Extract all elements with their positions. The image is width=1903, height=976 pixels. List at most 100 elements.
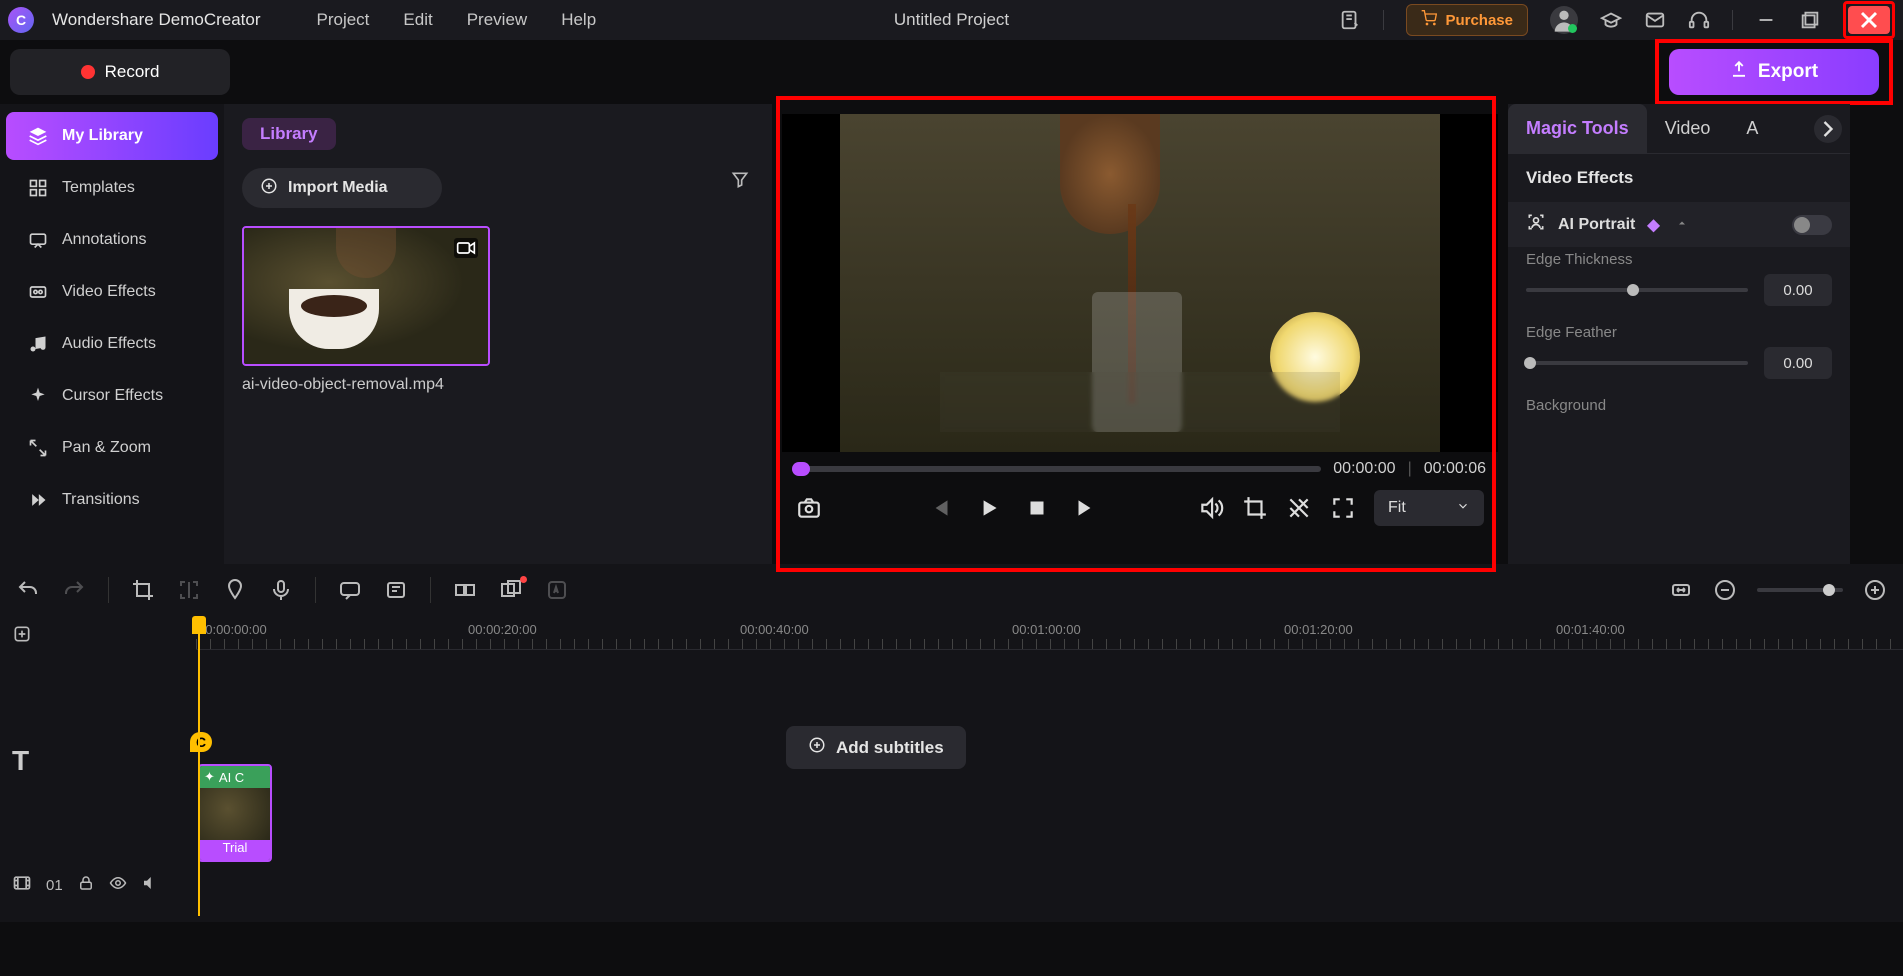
- timeline-clip[interactable]: ✦ AI C Trial: [198, 764, 272, 862]
- ai-tool-icon[interactable]: [545, 578, 569, 602]
- fullscreen-icon[interactable]: [1330, 495, 1356, 521]
- play-icon[interactable]: [976, 495, 1002, 521]
- sidebar-item-annotations[interactable]: Annotations: [6, 216, 218, 264]
- redo-icon[interactable]: [62, 578, 86, 602]
- timeline-gutter: T 01: [0, 616, 196, 922]
- crop-tool-icon[interactable]: [131, 578, 155, 602]
- menu-help[interactable]: Help: [561, 10, 596, 30]
- tab-video[interactable]: Video: [1647, 104, 1729, 153]
- edge-feather-value[interactable]: 0.00: [1764, 347, 1832, 379]
- zoom-knob[interactable]: [1823, 584, 1835, 596]
- mic-icon[interactable]: [269, 578, 293, 602]
- fit-timeline-icon[interactable]: [1669, 578, 1693, 602]
- slider-knob[interactable]: [1524, 357, 1536, 369]
- sidebar-item-label: My Library: [62, 127, 143, 145]
- ruler-ticks: [196, 639, 1903, 649]
- fit-dropdown[interactable]: Fit: [1374, 490, 1484, 526]
- split-icon[interactable]: [177, 578, 201, 602]
- overlay-icon[interactable]: [499, 578, 523, 602]
- volume-icon[interactable]: [1198, 495, 1224, 521]
- zoom-slider[interactable]: [1757, 588, 1843, 592]
- background-label: Background: [1508, 393, 1850, 418]
- align-icon[interactable]: [453, 578, 477, 602]
- tabs-scroll-right-icon[interactable]: [1814, 115, 1842, 143]
- record-button[interactable]: Record: [10, 49, 230, 95]
- sidebar-item-label: Annotations: [62, 231, 147, 249]
- ai-portrait-toggle[interactable]: [1792, 215, 1832, 235]
- main-menubar: Project Edit Preview Help: [317, 10, 597, 30]
- filter-icon[interactable]: [730, 170, 750, 195]
- annotation-icon: [28, 230, 48, 250]
- collapse-icon[interactable]: [1676, 216, 1688, 234]
- add-subtitles-label: Add subtitles: [836, 738, 944, 758]
- user-avatar[interactable]: [1550, 6, 1578, 34]
- scrub-handle[interactable]: [792, 462, 810, 476]
- sidebar-item-my-library[interactable]: My Library: [6, 112, 218, 160]
- timeline-tracks[interactable]: 00:00:00:00 00:00:20:00 00:00:40:00 00:0…: [196, 616, 1903, 922]
- next-frame-icon[interactable]: [1072, 495, 1098, 521]
- add-track-icon[interactable]: [12, 624, 32, 649]
- lock-icon[interactable]: [77, 874, 95, 897]
- text-track-icon[interactable]: T: [12, 745, 29, 777]
- zoom-in-icon[interactable]: [1863, 578, 1887, 602]
- tab-audio-cut[interactable]: A: [1728, 104, 1776, 153]
- clip-trial-badge: Trial: [200, 840, 270, 860]
- text-track-marker[interactable]: C: [190, 732, 212, 752]
- sidebar-item-transitions[interactable]: Transitions: [6, 476, 218, 524]
- plus-circle-icon: [260, 177, 278, 200]
- notes-icon[interactable]: [1339, 9, 1361, 31]
- edge-thickness-slider[interactable]: [1526, 288, 1748, 292]
- undo-icon[interactable]: [16, 578, 40, 602]
- clip-header: ✦ AI C: [200, 766, 270, 788]
- preview-viewport[interactable]: [782, 114, 1498, 452]
- track-film-icon[interactable]: [12, 873, 32, 898]
- ai-portrait-row[interactable]: AI Portrait ◆: [1508, 202, 1850, 247]
- edge-feather-slider[interactable]: [1526, 361, 1748, 365]
- grid-overlay-icon[interactable]: [1286, 495, 1312, 521]
- import-media-button[interactable]: Import Media: [242, 168, 442, 208]
- stop-icon[interactable]: [1024, 495, 1050, 521]
- sidebar-item-templates[interactable]: Templates: [6, 164, 218, 212]
- zoom-out-icon[interactable]: [1713, 578, 1737, 602]
- close-button[interactable]: [1848, 6, 1890, 34]
- portrait-detect-icon: [1526, 212, 1546, 237]
- mute-icon[interactable]: [141, 874, 159, 897]
- mail-icon[interactable]: [1644, 9, 1666, 31]
- menu-edit[interactable]: Edit: [403, 10, 432, 30]
- ruler-mark: 00:00:20:00: [468, 622, 537, 637]
- slider-knob[interactable]: [1627, 284, 1639, 296]
- minimize-icon[interactable]: [1755, 9, 1777, 31]
- purchase-button[interactable]: Purchase: [1406, 4, 1528, 36]
- ruler-mark: 00:01:40:00: [1556, 622, 1625, 637]
- card-icon[interactable]: [384, 578, 408, 602]
- library-badge[interactable]: Library: [242, 118, 336, 150]
- marker-icon[interactable]: [223, 578, 247, 602]
- prev-frame-icon[interactable]: [928, 495, 954, 521]
- add-subtitles-button[interactable]: Add subtitles: [786, 726, 966, 769]
- ruler-mark: 00:01:00:00: [1012, 622, 1081, 637]
- scrub-track[interactable]: [794, 466, 1321, 472]
- video-type-icon: [454, 238, 478, 258]
- menu-preview[interactable]: Preview: [467, 10, 527, 30]
- crop-icon[interactable]: [1242, 495, 1268, 521]
- export-button[interactable]: Export: [1669, 49, 1879, 95]
- media-clip-card[interactable]: ai-video-object-removal.mp4: [242, 226, 490, 394]
- sidebar-item-cursor-effects[interactable]: Cursor Effects: [6, 372, 218, 420]
- snapshot-icon[interactable]: [796, 495, 822, 521]
- maximize-icon[interactable]: [1799, 9, 1821, 31]
- edge-thickness-value[interactable]: 0.00: [1764, 274, 1832, 306]
- menu-project[interactable]: Project: [317, 10, 370, 30]
- graduation-icon[interactable]: [1600, 9, 1622, 31]
- media-thumbnail[interactable]: [242, 226, 490, 366]
- sidebar-item-video-effects[interactable]: Video Effects: [6, 268, 218, 316]
- sidebar-item-audio-effects[interactable]: Audio Effects: [6, 320, 218, 368]
- eye-icon[interactable]: [109, 874, 127, 897]
- playhead[interactable]: [198, 616, 200, 916]
- timeline-ruler[interactable]: 00:00:00:00 00:00:20:00 00:00:40:00 00:0…: [196, 616, 1903, 650]
- tab-magic-tools[interactable]: Magic Tools: [1508, 104, 1647, 153]
- time-total: 00:00:06: [1424, 460, 1486, 478]
- headset-icon[interactable]: [1688, 9, 1710, 31]
- sidebar-item-pan-zoom[interactable]: Pan & Zoom: [6, 424, 218, 472]
- separator: [1383, 10, 1384, 30]
- chat-icon[interactable]: [338, 578, 362, 602]
